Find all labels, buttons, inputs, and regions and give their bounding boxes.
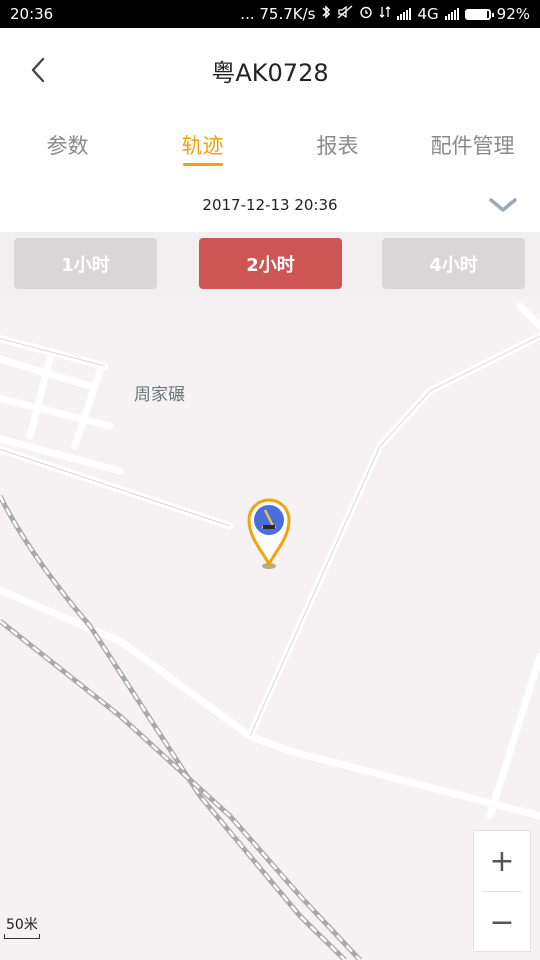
duration-1h-button[interactable]: 1小时 [14, 238, 157, 289]
map-view[interactable]: 周家碾 + − 50米 [0, 296, 540, 960]
duration-2h-button[interactable]: 2小时 [199, 238, 342, 289]
tab-track[interactable]: 轨迹 [135, 112, 270, 178]
duration-label: 2小时 [246, 254, 295, 276]
chevron-left-icon [31, 57, 45, 83]
signal-icon [397, 8, 412, 20]
tab-label: 配件管理 [430, 134, 515, 158]
data-icon [379, 5, 391, 23]
battery-icon [464, 8, 494, 20]
tab-label: 参数 [46, 134, 89, 158]
tab-label: 报表 [316, 134, 359, 158]
duration-selector: 1小时 2小时 4小时 [0, 232, 540, 296]
net-speed: ... 75.7K/s [240, 5, 316, 23]
zoom-in-button[interactable]: + [474, 831, 530, 891]
zoom-controls: + − [473, 830, 531, 952]
duration-label: 4小时 [429, 254, 478, 276]
zoom-out-button[interactable]: − [474, 892, 530, 952]
page-title: 粤AK0728 [211, 58, 329, 87]
map-scale-label: 50米 [6, 917, 38, 933]
back-button[interactable] [22, 54, 54, 86]
tab-report[interactable]: 报表 [270, 112, 405, 178]
mute-icon [337, 5, 353, 23]
date-dropdown-button[interactable] [488, 194, 518, 216]
signal-icon-2 [444, 8, 459, 20]
battery-fill [466, 10, 487, 18]
bluetooth-icon [321, 5, 331, 23]
chevron-down-icon [489, 198, 517, 212]
tab-parts-management[interactable]: 配件管理 [405, 112, 540, 178]
tab-params[interactable]: 参数 [0, 112, 135, 178]
status-bar: 20:36 ... 75.7K/s 4G 92% [0, 0, 540, 28]
active-tab-indicator [182, 163, 223, 166]
map-scale-bar [4, 934, 40, 939]
date-time-text: 2017-12-13 20:36 [202, 196, 338, 214]
location-pin-icon[interactable] [245, 496, 293, 572]
map-place-label: 周家碾 [134, 385, 185, 405]
date-selector[interactable]: 2017-12-13 20:36 [0, 178, 540, 232]
tab-bar: 参数 轨迹 报表 配件管理 [0, 112, 540, 178]
duration-4h-button[interactable]: 4小时 [382, 238, 525, 289]
tab-label: 轨迹 [181, 134, 224, 158]
status-time: 20:36 [10, 5, 54, 23]
title-bar: 粤AK0728 [0, 28, 540, 112]
alarm-icon [359, 5, 373, 23]
network-type: 4G [417, 5, 439, 23]
battery-percent: 92% [496, 5, 530, 23]
status-icons: ... 75.7K/s 4G 92% [240, 5, 530, 23]
duration-label: 1小时 [61, 254, 110, 276]
map-roads [0, 302, 540, 960]
